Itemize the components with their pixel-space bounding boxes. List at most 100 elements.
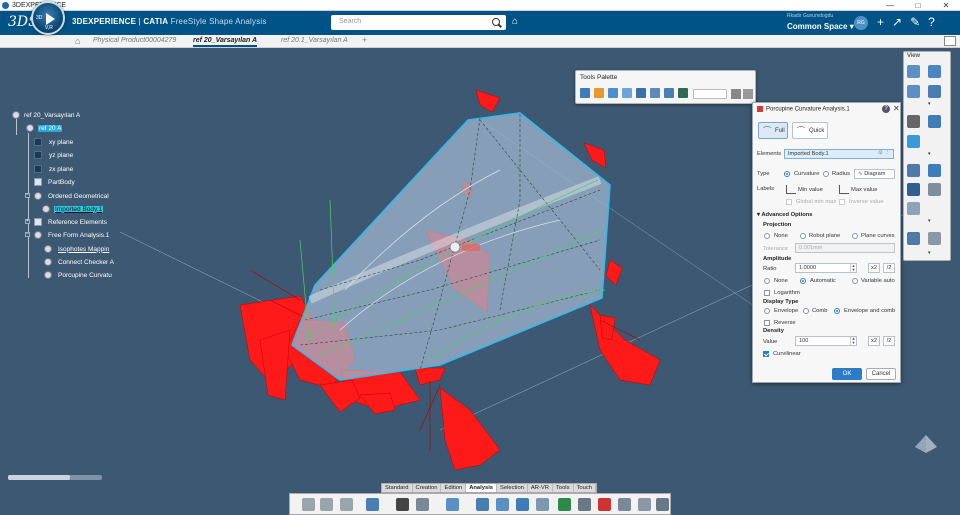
swap-visible-icon[interactable] bbox=[928, 164, 941, 177]
logarithm-checkbox[interactable] bbox=[764, 290, 770, 296]
type-curvature-radio[interactable] bbox=[784, 171, 790, 177]
draft-analysis-icon[interactable] bbox=[558, 498, 571, 511]
tree-item-ref20a[interactable]: ref 20 A bbox=[26, 124, 63, 132]
ratio-field[interactable]: 1.0000 ▲ ▼ bbox=[795, 263, 857, 273]
expand-toggle[interactable]: − bbox=[25, 193, 30, 198]
search-icon[interactable] bbox=[492, 18, 500, 26]
projection-none-radio[interactable] bbox=[764, 233, 770, 239]
cutting-plane-icon[interactable] bbox=[656, 498, 669, 511]
density-field[interactable]: 100 ▲ ▼ bbox=[795, 336, 857, 346]
tab-ref20[interactable]: ref 20_Varsayılan A bbox=[193, 37, 258, 47]
mode-full-button[interactable]: ⌒ Full bbox=[758, 122, 788, 139]
plane-select-icon[interactable] bbox=[608, 88, 618, 98]
connect-checker-icon[interactable] bbox=[476, 498, 489, 511]
maximize-view-icon[interactable] bbox=[944, 36, 956, 46]
inverse-value-checkbox[interactable] bbox=[839, 199, 845, 205]
density-spinner[interactable]: ▲ ▼ bbox=[850, 337, 856, 345]
tab-analysis[interactable]: Analysis bbox=[466, 484, 498, 492]
amplitude-auto-radio[interactable] bbox=[800, 278, 806, 284]
tree-root[interactable]: ref 20_Varsayılan A bbox=[12, 111, 80, 119]
close-window-button[interactable]: ✕ bbox=[932, 0, 960, 11]
options-icon[interactable] bbox=[446, 498, 459, 511]
hide-show-icon[interactable] bbox=[907, 164, 920, 177]
expand-toggle[interactable]: − bbox=[25, 232, 30, 237]
distance-analysis-icon[interactable] bbox=[496, 498, 509, 511]
ok-button[interactable]: OK bbox=[832, 368, 862, 380]
projection-plane-curves-radio[interactable] bbox=[852, 233, 858, 239]
cancel-button[interactable]: Cancel bbox=[866, 368, 896, 380]
add-tab-button[interactable]: + bbox=[362, 35, 367, 45]
section-icon[interactable] bbox=[907, 232, 920, 245]
isophotes-icon[interactable] bbox=[578, 498, 591, 511]
zoom-icon[interactable] bbox=[907, 65, 920, 78]
advanced-options-header[interactable]: ▾ Advanced Options bbox=[757, 212, 813, 218]
tools-icon[interactable]: ✎ bbox=[910, 15, 920, 29]
tab-selection[interactable]: Selection bbox=[497, 484, 528, 492]
tab-standard[interactable]: Standard bbox=[382, 484, 413, 492]
capture-icon[interactable] bbox=[907, 115, 920, 128]
mode-quick-button[interactable]: ⌒ Quick bbox=[792, 122, 828, 139]
chevron-down-icon[interactable]: ▾ bbox=[928, 151, 931, 157]
tab-touch[interactable]: Touch bbox=[574, 484, 596, 492]
tag-icon[interactable]: ⌂ bbox=[512, 16, 518, 27]
zoom-area-icon[interactable] bbox=[928, 85, 941, 98]
cut-icon[interactable] bbox=[302, 498, 315, 511]
surface-icon[interactable] bbox=[622, 88, 632, 98]
amplitude-variable-radio[interactable] bbox=[852, 278, 858, 284]
scrollbar-thumb[interactable] bbox=[8, 475, 70, 480]
minimize-button[interactable]: — bbox=[876, 0, 904, 11]
tree-item-isophotes[interactable]: Isophotes Mappin bbox=[44, 245, 109, 253]
max-value-icon[interactable] bbox=[839, 185, 849, 194]
chevron-down-icon[interactable]: ▾ bbox=[928, 101, 931, 107]
tab-edition[interactable]: Edition bbox=[441, 484, 467, 492]
tree-item-yz-plane[interactable]: yz plane bbox=[34, 151, 73, 159]
paste-icon[interactable] bbox=[340, 498, 353, 511]
amplitude-none-radio[interactable] bbox=[764, 278, 770, 284]
tab-creation[interactable]: Creation bbox=[413, 484, 442, 492]
tools-palette[interactable]: Tools Palette bbox=[575, 70, 756, 104]
curvature-icon[interactable] bbox=[536, 498, 549, 511]
tools-palette-field[interactable] bbox=[693, 89, 727, 99]
search-object-icon[interactable] bbox=[396, 498, 409, 511]
display-icon[interactable] bbox=[416, 498, 429, 511]
select-icon[interactable] bbox=[580, 88, 590, 98]
help-icon[interactable]: ? bbox=[928, 15, 935, 29]
projection-robot-radio[interactable] bbox=[800, 233, 806, 239]
tab-ref20-1[interactable]: ref 20.1_Varsayılan A bbox=[281, 37, 348, 44]
filter-icon[interactable] bbox=[664, 88, 674, 98]
display-envelope-comb-radio[interactable] bbox=[834, 308, 840, 314]
compass-3d-icon[interactable] bbox=[913, 433, 939, 455]
tree-item-ordered-geometrical[interactable]: Ordered Geometrical bbox=[34, 192, 109, 200]
settings-icon[interactable] bbox=[743, 89, 753, 99]
manipulator-icon[interactable] bbox=[449, 241, 461, 253]
min-value-icon[interactable] bbox=[786, 185, 796, 194]
user-block[interactable]: Rkadir Gunumdogdu Common Space ▾ bbox=[787, 13, 854, 31]
lock-icon[interactable] bbox=[731, 89, 741, 99]
tree-item-imported-body[interactable]: Imported Body.1 bbox=[42, 205, 104, 213]
curvilinear-checkbox[interactable] bbox=[763, 351, 769, 357]
tree-item-partbody[interactable]: PartBody bbox=[34, 178, 75, 186]
ratio-x2-button[interactable]: x2 bbox=[868, 263, 880, 273]
tree-item-free-form-analysis[interactable]: Free Form Analysis.1 bbox=[34, 231, 109, 239]
share-icon[interactable]: ↗ bbox=[892, 15, 902, 29]
home-icon[interactable]: ⌂ bbox=[75, 36, 80, 46]
tolerance-field[interactable]: 0.001mm bbox=[795, 243, 895, 253]
material-icon[interactable] bbox=[928, 183, 941, 196]
tree-item-xy-plane[interactable]: xy plane bbox=[34, 138, 73, 146]
highlight-icon[interactable] bbox=[598, 498, 611, 511]
elements-field[interactable]: Imported Body.1 ⊙ ⋮ bbox=[784, 149, 894, 159]
type-radius-radio[interactable] bbox=[823, 171, 829, 177]
ambience-icon[interactable] bbox=[907, 202, 920, 215]
search-input[interactable]: Search bbox=[331, 15, 506, 30]
porcupine-dialog[interactable]: Porcupine Curvature Analysis.1 ? ✕ ⌒ Full… bbox=[752, 102, 901, 383]
copy-icon[interactable] bbox=[320, 498, 333, 511]
avatar[interactable]: RG bbox=[854, 16, 868, 30]
tab-physical-product[interactable]: Physical Product00004279 bbox=[93, 37, 176, 44]
ratio-spinner[interactable]: ▲ ▼ bbox=[850, 264, 856, 272]
tree-item-porcupine[interactable]: Porcupine Curvatu bbox=[44, 271, 112, 279]
pan-icon[interactable] bbox=[928, 65, 941, 78]
tab-ar-vr[interactable]: AR-VR bbox=[528, 484, 553, 492]
compass-button[interactable]: 3D V,R bbox=[31, 1, 65, 35]
folder-icon[interactable] bbox=[594, 88, 604, 98]
measure-icon[interactable] bbox=[928, 232, 941, 245]
